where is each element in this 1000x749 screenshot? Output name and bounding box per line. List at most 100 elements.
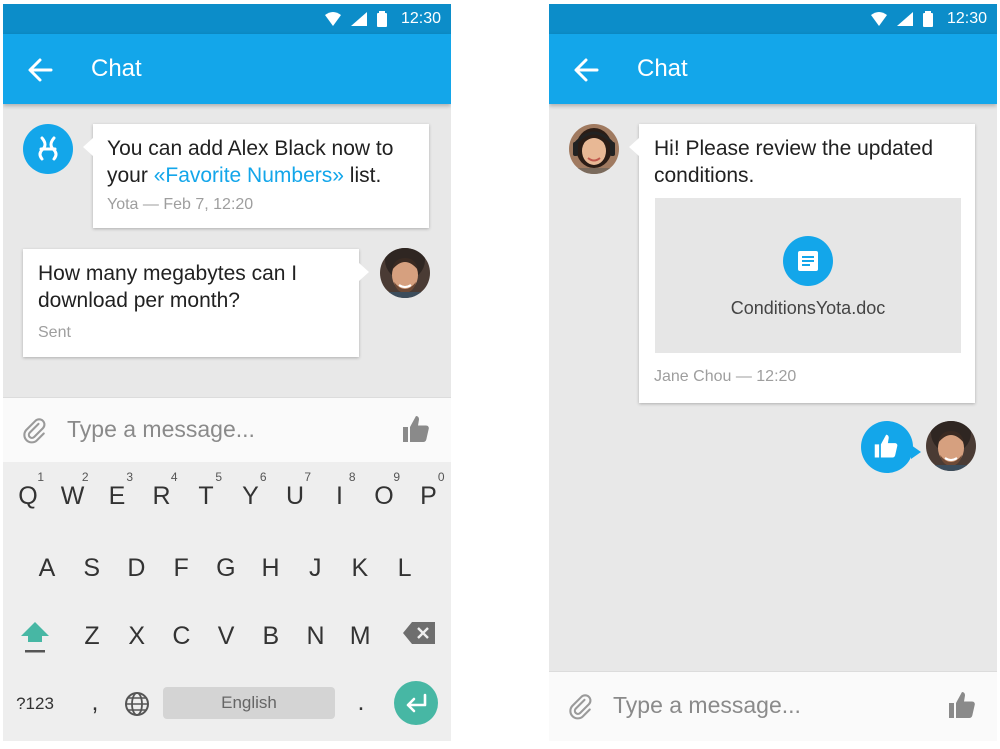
key-z[interactable]: Z <box>70 602 114 664</box>
key-label: I <box>336 482 343 510</box>
comma-key-label: , <box>91 688 99 716</box>
signal-icon <box>350 12 367 26</box>
yota-logo-icon[interactable] <box>23 124 73 174</box>
key-label: K <box>351 554 369 582</box>
message-bubble-incoming: You can add Alex Black now to your «Favo… <box>83 124 429 228</box>
key-label: F <box>173 554 189 582</box>
numbers-key-label: ?123 <box>16 694 54 713</box>
message-bubble-incoming: Hi! Please review the updated conditions… <box>629 124 975 403</box>
key-e[interactable]: 3E <box>95 462 139 524</box>
user-avatar[interactable] <box>926 421 976 471</box>
message-text: You can add Alex Black now to your «Favo… <box>107 135 423 189</box>
message-meta: Yota — Feb 7, 12:20 <box>107 196 254 213</box>
message-text: How many megabytes can I download per mo… <box>38 262 298 312</box>
thumbs-up-sticker <box>861 421 921 473</box>
key-label: R <box>152 482 171 510</box>
key-label: T <box>198 482 214 510</box>
status-bar: 12:30 <box>3 4 451 34</box>
comma-key[interactable]: , <box>73 672 117 734</box>
key-k[interactable]: K <box>338 534 382 596</box>
key-label: P <box>420 482 437 510</box>
phone-screen-right: 12:30 Chat Hi! Please review the updated… <box>549 4 997 741</box>
numbers-key[interactable]: ?123 <box>13 672 57 734</box>
key-y[interactable]: 6Y <box>229 462 273 524</box>
key-label: B <box>262 622 280 650</box>
key-s[interactable]: S <box>70 534 114 596</box>
key-t[interactable]: 5T <box>184 462 228 524</box>
key-l[interactable]: L <box>383 534 427 596</box>
key-g[interactable]: G <box>204 534 248 596</box>
period-key[interactable]: . <box>339 672 383 734</box>
space-key[interactable]: English <box>163 687 335 719</box>
key-h[interactable]: H <box>249 534 293 596</box>
key-label: S <box>83 554 101 582</box>
key-label: Y <box>242 482 259 510</box>
status-bar: 12:30 <box>549 4 997 34</box>
key-label: W <box>60 482 85 510</box>
key-c[interactable]: C <box>159 602 203 664</box>
key-w[interactable]: 2W <box>51 462 95 524</box>
key-a[interactable]: A <box>25 534 69 596</box>
key-b[interactable]: B <box>249 602 293 664</box>
back-arrow-icon[interactable] <box>571 55 601 85</box>
wifi-icon <box>870 12 887 26</box>
message-bubble-outgoing: How many megabytes can I download per mo… <box>23 249 369 357</box>
key-label: N <box>306 622 325 650</box>
key-label: E <box>108 482 126 510</box>
app-bar: Chat <box>3 34 451 104</box>
wifi-icon <box>324 12 341 26</box>
key-label: C <box>172 622 191 650</box>
key-r[interactable]: 4R <box>140 462 184 524</box>
key-v[interactable]: V <box>204 602 248 664</box>
battery-icon <box>922 11 933 27</box>
key-q[interactable]: 1Q <box>6 462 50 524</box>
key-u[interactable]: 7U <box>273 462 317 524</box>
key-label: H <box>261 554 280 582</box>
message-input[interactable]: Type a message... <box>67 416 255 443</box>
message-status: Sent <box>38 324 71 341</box>
app-bar: Chat <box>549 34 997 104</box>
key-x[interactable]: X <box>115 602 159 664</box>
key-label: X <box>128 622 146 650</box>
key-j[interactable]: J <box>293 534 337 596</box>
paperclip-icon[interactable] <box>567 692 595 720</box>
key-label: J <box>308 554 322 582</box>
key-label: Z <box>84 622 100 650</box>
back-arrow-icon[interactable] <box>25 55 55 85</box>
message-input-bar: Type a message... <box>3 397 451 462</box>
key-i[interactable]: 8I <box>318 462 362 524</box>
thumbs-up-icon[interactable] <box>401 414 433 446</box>
user-avatar[interactable] <box>380 248 430 298</box>
message-text: Hi! Please review the updated conditions… <box>654 137 933 187</box>
key-label: U <box>285 482 305 510</box>
backspace-key[interactable] <box>397 602 441 664</box>
on-screen-keyboard: 1Q2W3E4R5T6Y7U8I9O0P ASDFGHJ KL ZXCVBNM ?… <box>3 462 451 741</box>
globe-icon <box>125 692 149 716</box>
language-key[interactable] <box>115 672 159 734</box>
key-label: A <box>38 554 56 582</box>
enter-key[interactable] <box>394 681 438 725</box>
document-icon <box>783 236 833 286</box>
key-p[interactable]: 0P <box>407 462 451 524</box>
attachment-document[interactable]: ConditionsYota.doc <box>655 198 961 353</box>
shift-key[interactable] <box>13 602 57 664</box>
paperclip-icon[interactable] <box>21 416 49 444</box>
signal-icon <box>896 12 913 26</box>
key-n[interactable]: N <box>294 602 338 664</box>
key-d[interactable]: D <box>114 534 158 596</box>
key-label: M <box>349 622 371 650</box>
favorite-numbers-link[interactable]: «Favorite Numbers» <box>154 164 344 187</box>
jane-chou-avatar[interactable] <box>569 124 619 174</box>
attachment-filename: ConditionsYota.doc <box>730 298 886 318</box>
key-m[interactable]: M <box>338 602 382 664</box>
message-input[interactable]: Type a message... <box>613 692 801 719</box>
key-label: L <box>397 554 412 582</box>
status-time: 12:30 <box>400 10 441 27</box>
period-key-label: . <box>357 688 365 716</box>
key-o[interactable]: 9O <box>362 462 406 524</box>
key-label: V <box>217 622 235 650</box>
thumbs-up-icon[interactable] <box>947 690 979 722</box>
key-label: G <box>216 554 236 582</box>
key-f[interactable]: F <box>159 534 203 596</box>
message-meta: Jane Chou — 12:20 <box>654 368 797 385</box>
